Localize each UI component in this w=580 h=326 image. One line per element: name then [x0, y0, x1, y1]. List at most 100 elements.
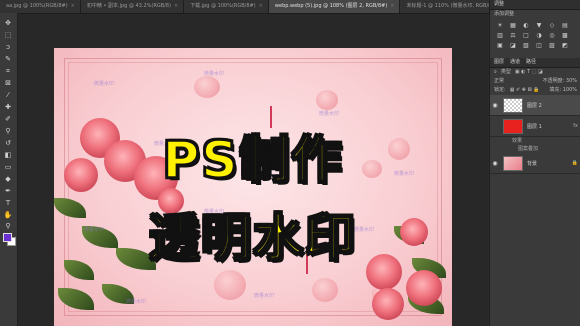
black-white-icon[interactable]: ⚖ [508, 32, 518, 39]
watermark-text: 微量水印 [319, 111, 340, 117]
color-lookup-icon[interactable]: ◎ [547, 32, 557, 39]
close-icon[interactable]: × [174, 0, 178, 13]
clone-stamp-icon[interactable]: ⚲ [3, 127, 13, 135]
watermark-text: 微量水印 [126, 299, 147, 305]
fill-field[interactable]: 填充: 100% [549, 86, 577, 95]
document-workspace: 微量水印 微量水印 微量水印 微量水印 微量水印 微量水印 微量水印 微量水印 … [18, 14, 488, 326]
headline-line-2: 透明水印 [148, 208, 357, 268]
adjustments-panel-header: 调整 [490, 0, 580, 10]
visibility-eye-icon[interactable]: ◉ [490, 160, 500, 167]
tab-label: 下载.jpg @ 100%(RGB/8#) [190, 3, 256, 9]
lasso-tool-icon[interactable]: ↄ [3, 43, 13, 51]
exposure-icon[interactable]: ▼ [534, 22, 544, 29]
layer-name[interactable]: 图层 2 [527, 102, 542, 109]
threshold-icon[interactable]: ◪ [508, 42, 518, 49]
layer-row[interactable]: ◉ 背景 🔒 [490, 153, 580, 174]
document-tab[interactable]: aa.jpg @ 100%(RGB/8#) × [0, 0, 81, 13]
invert-icon[interactable]: ▩ [560, 32, 570, 39]
vibrance-icon[interactable]: ◇ [547, 22, 557, 29]
marquee-tool-icon[interactable]: ⬚ [3, 31, 13, 39]
rose-petal [312, 278, 338, 302]
lock-label: 锁定: [494, 87, 506, 93]
layer-kind-select[interactable]: 类型 [501, 68, 511, 77]
hdr-icon[interactable]: ◩ [560, 42, 570, 49]
document-tab[interactable]: 下载.jpg @ 100%(RGB/8#) × [184, 0, 269, 13]
brush-tool-icon[interactable]: ✐ [3, 115, 13, 123]
tab-label: 未标题-1 @ 110% (微量水印, RGB/8) [406, 3, 490, 9]
document-tab[interactable]: 初中精 • 副本.jpg @ 43.2%(RGB/8) × [81, 0, 185, 13]
hand-tool-icon[interactable]: ✋ [3, 211, 13, 219]
layer-row[interactable]: 图层 1 fx [490, 116, 580, 137]
layer-filter-row: ⌕ 类型 ▣ ◐ T ⬚ ◪ [490, 68, 580, 77]
foreground-color-swatch[interactable] [3, 233, 12, 242]
layer-thumbnail [503, 155, 523, 171]
tab-label: aa.jpg @ 100%(RGB/8#) [6, 3, 68, 9]
move-tool-icon[interactable]: ✥ [3, 19, 13, 27]
lock-icons[interactable]: ▦ ✐ ✥ ⊠ 🔒 [510, 86, 540, 95]
photo-filter-icon[interactable]: □ [521, 32, 531, 39]
adjustments-subtitle: 添加调整 [494, 11, 515, 17]
hue-saturation-icon[interactable]: ▤ [560, 22, 570, 29]
shadows-icon[interactable]: ▨ [547, 42, 557, 49]
watermark-text: 微量水印 [254, 293, 275, 299]
quick-select-tool-icon[interactable]: ✎ [3, 55, 13, 63]
levels-icon[interactable]: ▦ [508, 22, 518, 29]
effect-item-pattern-overlay[interactable]: 图案叠加 [490, 145, 580, 153]
close-icon[interactable]: × [259, 0, 263, 13]
selective-color-icon[interactable]: ◫ [534, 42, 544, 49]
watermark-text: 微量水印 [204, 71, 225, 77]
gradient-map-icon[interactable]: ▧ [521, 42, 531, 49]
watermark-text: 微量水印 [94, 81, 115, 87]
rose-petal [194, 76, 220, 98]
frame-tool-icon[interactable]: ⊠ [3, 79, 13, 87]
history-brush-icon[interactable]: ↺ [3, 139, 13, 147]
blur-tool-icon[interactable]: ◆ [3, 175, 13, 183]
layers-panel-tabs: 图层 通道 路径 [490, 58, 580, 68]
tab-layers[interactable]: 图层 [494, 58, 504, 67]
right-panels: 调整 添加调整 ☀ ▦ ◐ ▼ ◇ ▤ ▥ ⚖ □ ◑ ◎ ▩ ▣ ◪ ▧ ◫ … [489, 0, 580, 326]
eraser-tool-icon[interactable]: ◧ [3, 151, 13, 159]
eyedropper-tool-icon[interactable]: ⁄ [3, 91, 13, 99]
layer-thumbnail [503, 118, 523, 134]
rose-petal [214, 270, 246, 300]
pen-tool-icon[interactable]: ✒ [3, 187, 13, 195]
layer-name[interactable]: 图层 1 [527, 123, 542, 130]
filter-icons[interactable]: ▣ ◐ T ⬚ ◪ [515, 68, 543, 77]
document-tab[interactable]: 未标题-1 @ 110% (微量水印, RGB/8)× [400, 0, 490, 13]
layer-row-selected[interactable]: ◉ 图层 2 [490, 95, 580, 116]
search-icon[interactable]: ⌕ [494, 68, 497, 77]
document-tab-active[interactable]: webp.webp (5).jpg @ 108% (图层 2, RGB/8#) × [268, 0, 401, 13]
type-tool-icon[interactable]: T [3, 199, 13, 207]
tab-label: webp.webp (5).jpg @ 108% (图层 2, RGB/8#) [274, 3, 388, 9]
rose [406, 270, 442, 306]
rose-petal [316, 90, 338, 110]
lock-icon: 🔒 [571, 160, 578, 166]
layer-thumbnail [503, 97, 523, 113]
tab-label: 初中精 • 副本.jpg @ 43.2%(RGB/8) [86, 3, 171, 9]
layer-name[interactable]: 背景 [527, 160, 537, 167]
posterize-icon[interactable]: ▣ [495, 42, 505, 49]
tab-paths[interactable]: 路径 [526, 58, 536, 67]
color-balance-icon[interactable]: ▥ [495, 32, 505, 39]
visibility-eye-icon[interactable]: ◉ [490, 102, 500, 109]
tools-panel: ✥ ⬚ ↄ ✎ ⌗ ⊠ ⁄ ✚ ✐ ⚲ ↺ ◧ ▭ ◆ ✒ T ✋ ⚲ [0, 13, 18, 326]
image-canvas[interactable]: 微量水印 微量水印 微量水印 微量水印 微量水印 微量水印 微量水印 微量水印 … [54, 48, 452, 326]
healing-brush-icon[interactable]: ✚ [3, 103, 13, 111]
adjustments-grid: ☀ ▦ ◐ ▼ ◇ ▤ ▥ ⚖ □ ◑ ◎ ▩ ▣ ◪ ▧ ◫ ▨ ◩ [490, 19, 580, 52]
channel-mixer-icon[interactable]: ◑ [534, 32, 544, 39]
blend-mode-select[interactable]: 正常 [494, 77, 504, 86]
close-icon[interactable]: × [71, 0, 75, 13]
headline-line-1: PS制作 [162, 130, 344, 190]
brightness-icon[interactable]: ☀ [495, 22, 505, 29]
zoom-tool-icon[interactable]: ⚲ [3, 222, 13, 230]
blend-row: 正常 不透明度: 30% [490, 77, 580, 86]
gradient-tool-icon[interactable]: ▭ [3, 163, 13, 171]
crop-tool-icon[interactable]: ⌗ [3, 67, 13, 75]
opacity-field[interactable]: 不透明度: 30% [543, 77, 577, 86]
fx-icon[interactable]: fx [573, 123, 578, 129]
lock-row: 锁定: ▦ ✐ ✥ ⊠ 🔒 填充: 100% [490, 86, 580, 95]
close-icon[interactable]: × [390, 0, 394, 13]
effects-label: 效果 [512, 138, 523, 144]
curves-icon[interactable]: ◐ [521, 22, 531, 29]
tab-channels[interactable]: 通道 [510, 58, 520, 67]
